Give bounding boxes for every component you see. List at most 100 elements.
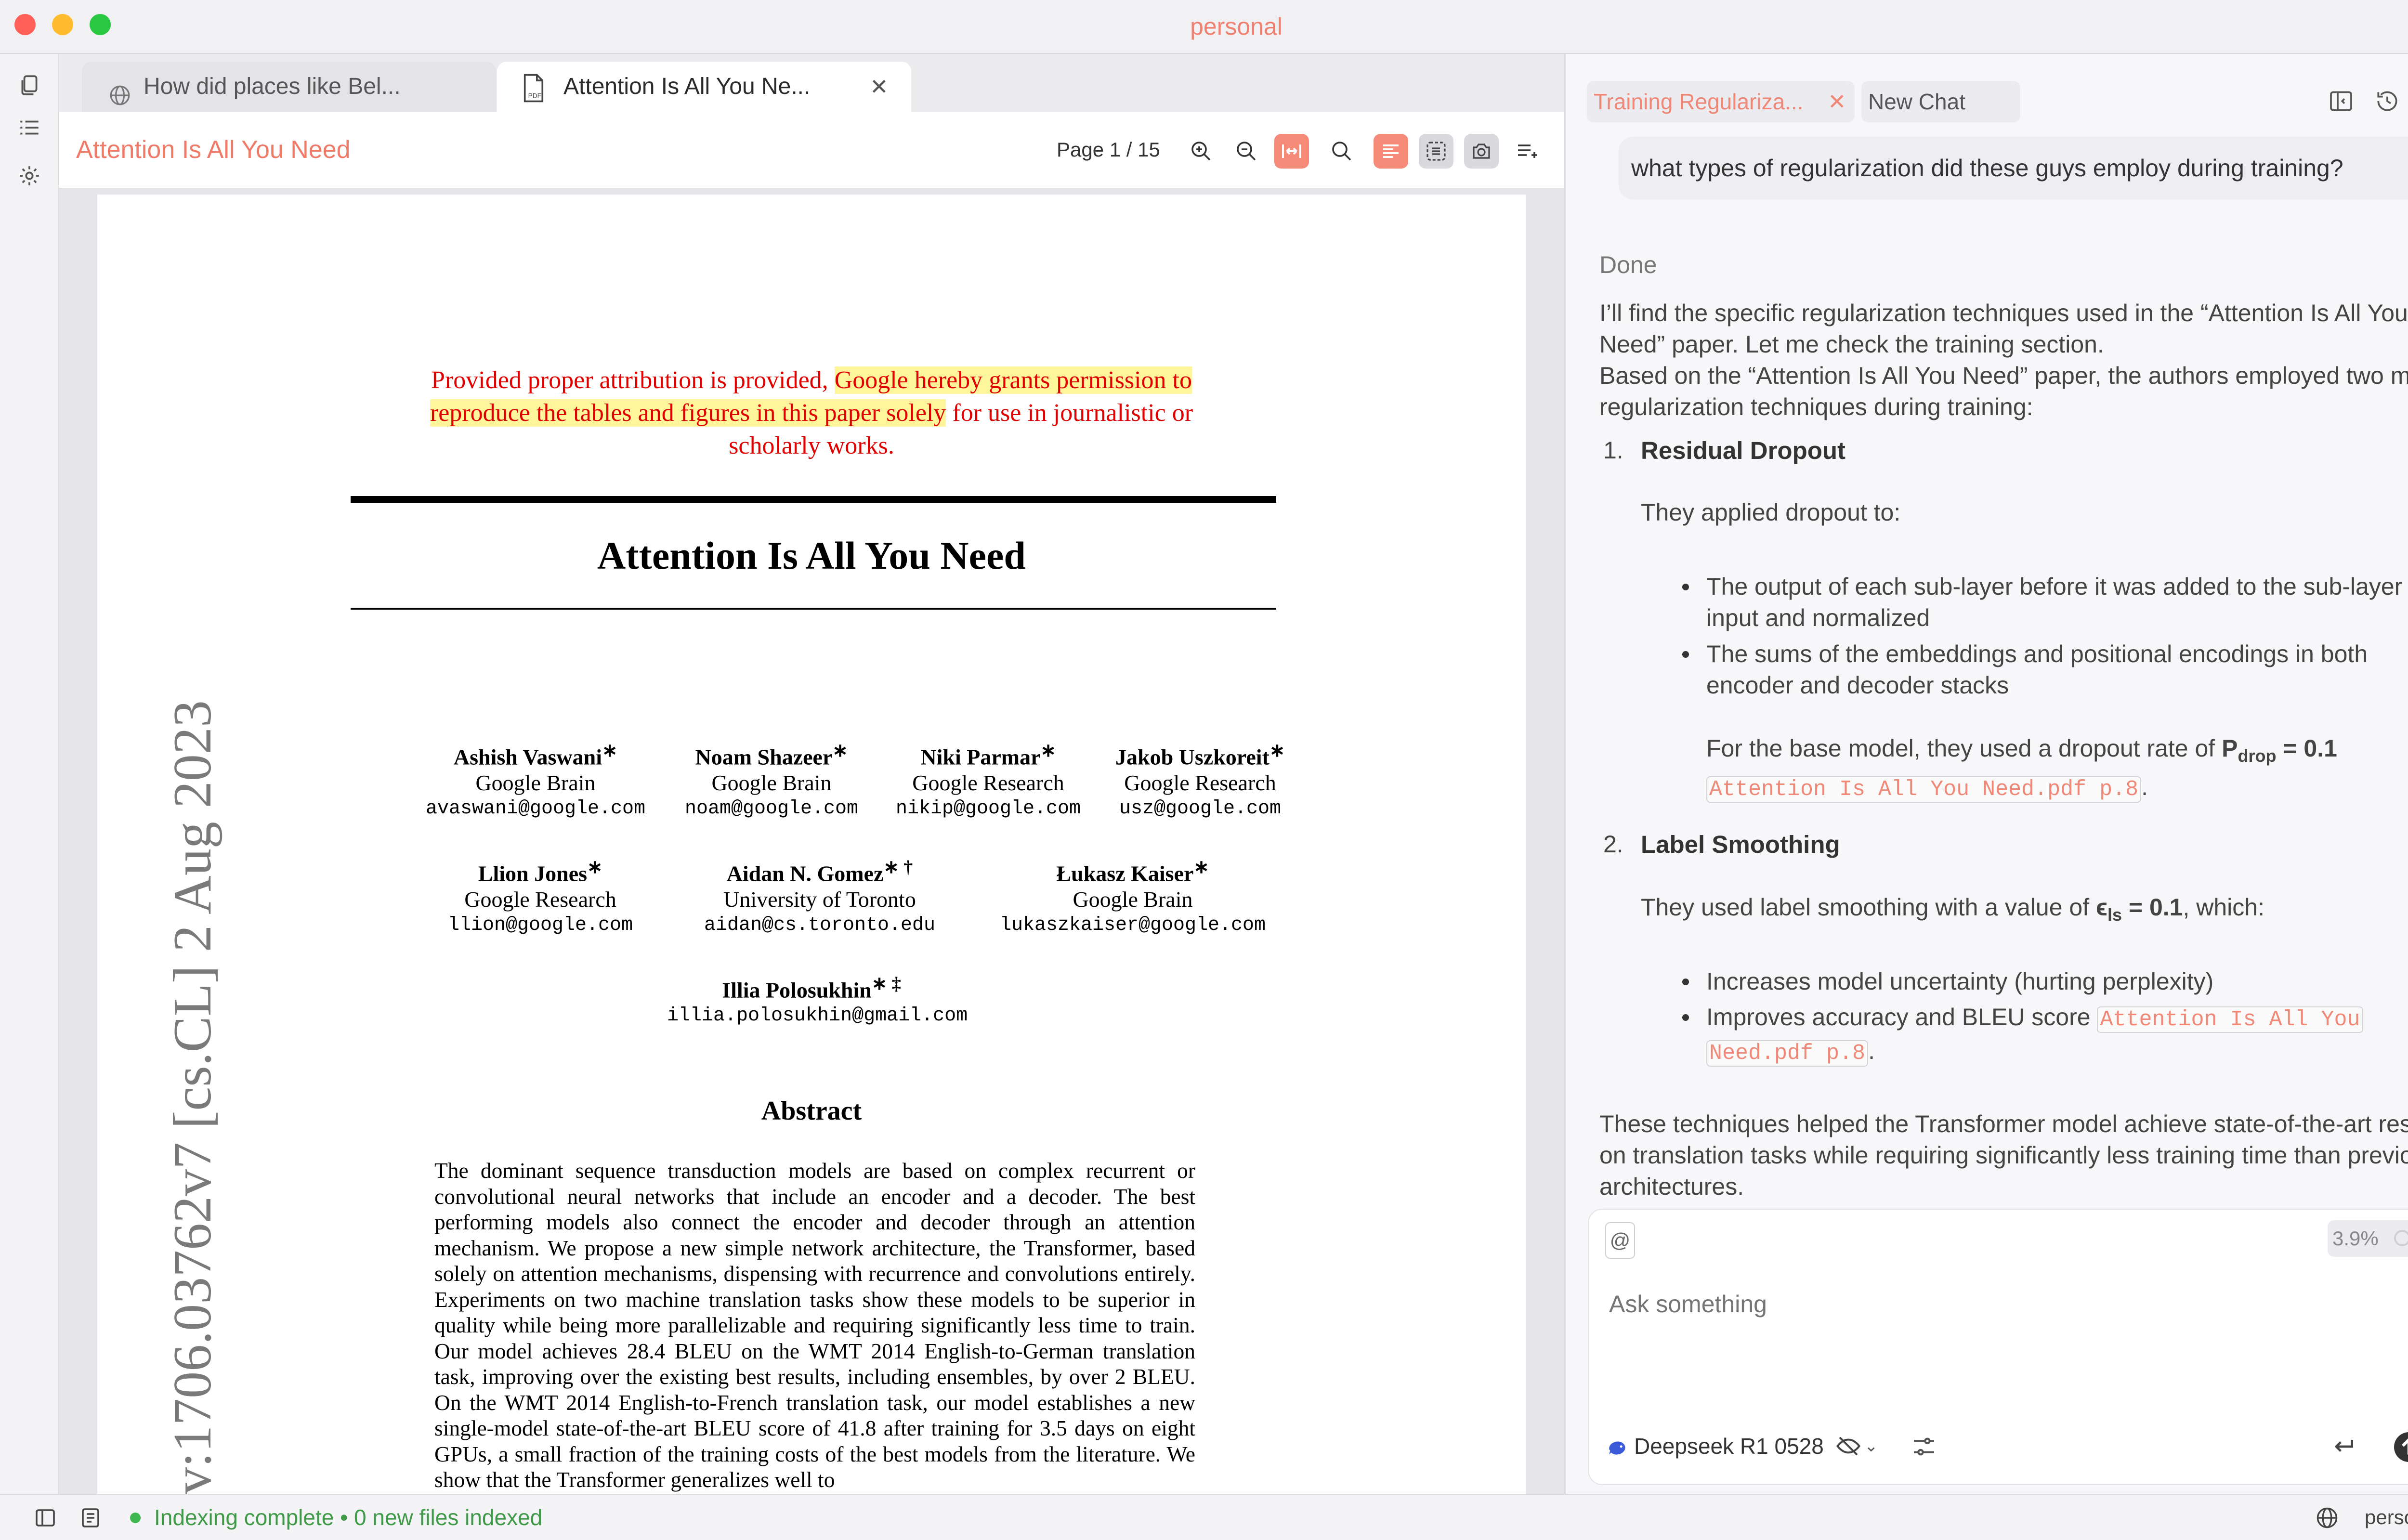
list-item: The output of each sub-layer before it w…: [1706, 573, 2403, 631]
item-heading: Label Smoothing: [1641, 831, 1840, 858]
search-button[interactable]: [1324, 134, 1359, 169]
arxiv-stamp: arXiv:1706.03762v7 [cs.CL] 2 Aug 2023: [163, 700, 222, 1494]
user-message: what types of regularization did these g…: [1619, 137, 2408, 199]
bullet-dot: [1682, 1014, 1689, 1021]
item-lead: They applied dropout to:: [1641, 499, 1901, 526]
citation-link[interactable]: Attention Is All You: [2097, 1006, 2363, 1033]
citation-link[interactable]: Need.pdf p.8: [1706, 1040, 1869, 1067]
list-number: 2.: [1603, 831, 1623, 858]
list-item: Increases model uncertainty (hurting per…: [1706, 968, 2214, 995]
chat-composer: @ 3.9% Deepseek R1 0528 ⌄: [1588, 1209, 2408, 1485]
zoom-out-icon: [1237, 142, 1256, 161]
bullet-dot: [1682, 584, 1689, 590]
return-icon[interactable]: [2329, 1433, 2356, 1460]
chat-panel: Training Regulariza... ✕ New Chat what t…: [1566, 54, 2408, 1494]
history-icon[interactable]: [2374, 88, 2401, 115]
zoom-out-button[interactable]: [1229, 134, 1264, 169]
fit-width-button[interactable]: [1274, 134, 1309, 169]
whale-icon: [1606, 1434, 1630, 1458]
zoom-in-icon: [1191, 142, 1211, 161]
pdf-viewer[interactable]: Provided proper attribution is provided,…: [59, 189, 1564, 1494]
abstract-body: The dominant sequence transduction model…: [434, 1158, 1195, 1492]
status-indicator: [130, 1513, 141, 1523]
toggle-sidebar-icon[interactable]: [2328, 88, 2355, 115]
bullet-dot: [1682, 651, 1689, 658]
tab-label: Attention Is All You Ne...: [563, 74, 811, 99]
send-button[interactable]: [2394, 1432, 2408, 1462]
settings-icon[interactable]: [17, 164, 41, 188]
workspace-icon[interactable]: [2315, 1505, 2340, 1530]
notes-icon[interactable]: [79, 1506, 102, 1529]
fit-width-icon: [1282, 144, 1301, 158]
author-block: Aidan N. Gomez∗ † University of Toronto …: [704, 857, 936, 937]
pdf-page: Provided proper attribution is provided,…: [97, 195, 1526, 1494]
author-block: Łukasz Kaiser∗ Google Brain lukaszkaiser…: [999, 857, 1266, 937]
citation-link[interactable]: Attention Is All You Need.pdf p.8: [1706, 776, 2142, 803]
notice-line: scholarly works.: [729, 432, 894, 459]
arrow-up-icon: [2401, 1438, 2408, 1455]
zoom-in-button[interactable]: [1184, 134, 1218, 169]
status-bar: Indexing complete • 0 new files indexed …: [0, 1494, 2408, 1540]
title-top-rule: [351, 496, 1276, 503]
pdf-title: Attention Is All You Need: [76, 136, 351, 164]
indexing-status: Indexing complete • 0 new files indexed: [154, 1505, 543, 1530]
answer-conclusion: These techniques helped the Transformer …: [1599, 1110, 2408, 1200]
notice-line: reproduce the tables and figures in this…: [430, 399, 1193, 427]
tab-label: How did places like Bel...: [144, 74, 401, 99]
answer-intro: I’ll find the specific regularization te…: [1599, 300, 2408, 358]
left-rail: [0, 54, 59, 1494]
author-block: Niki Parmar∗ Google Research nikip@googl…: [895, 741, 1081, 820]
context-usage-badge: 3.9%: [2328, 1220, 2408, 1257]
list-item: Improves accuracy and BLEU score Attenti…: [1706, 1002, 2408, 1069]
close-chat-tab-icon[interactable]: ✕: [1828, 81, 1846, 122]
progress-ring-icon: [2394, 1230, 2408, 1246]
globe-icon: [108, 75, 132, 105]
answer-intro: Based on the “Attention Is All You Need”…: [1599, 362, 2408, 420]
files-icon[interactable]: [17, 73, 41, 97]
area-select-icon: [1426, 142, 1446, 161]
eye-off-icon: [1835, 1433, 1861, 1459]
bullet-dot: [1682, 979, 1689, 985]
author-block: Llion Jones∗ Google Research llion@googl…: [447, 857, 633, 937]
sidebar-toggle-icon[interactable]: [34, 1506, 57, 1529]
chat-input[interactable]: [1608, 1282, 2408, 1326]
svg-text:PDF: PDF: [528, 92, 541, 100]
abstract-heading: Abstract: [761, 1096, 862, 1126]
list-number: 1.: [1603, 437, 1623, 464]
chat-tab-new[interactable]: New Chat: [1861, 81, 2020, 122]
item-lead: They used label smoothing with a value o…: [1641, 894, 2264, 925]
page-indicator[interactable]: Page 1 / 15: [1057, 112, 1160, 188]
tab-web-page[interactable]: How did places like Bel...: [82, 62, 496, 112]
item-heading: Residual Dropout: [1641, 437, 1846, 464]
screenshot-button[interactable]: [1464, 134, 1499, 169]
list-item: The sums of the embeddings and positiona…: [1706, 640, 2368, 699]
pdf-toolbar: Attention Is All You Need Page 1 / 15: [59, 112, 1564, 189]
camera-icon: [1473, 144, 1490, 159]
status-label: Done: [1599, 251, 1657, 278]
settings-sliders-icon[interactable]: [1911, 1433, 1937, 1460]
title-bar: personal: [0, 0, 2408, 54]
mention-button[interactable]: @: [1605, 1222, 1635, 1259]
paper-title: Attention Is All You Need: [597, 534, 1026, 577]
text-align-icon: [1383, 144, 1399, 158]
chevron-down-icon: ⌄: [1864, 1437, 1878, 1455]
close-tab-icon[interactable]: ✕: [870, 62, 889, 112]
window-title: personal: [1190, 13, 1283, 40]
dropout-rate-text: For the base model, they used a dropout …: [1706, 735, 2337, 803]
notice-line: Provided proper attribution is provided,…: [431, 366, 1192, 394]
workspace-name[interactable]: personal: [2365, 1495, 2408, 1540]
author-block: Illia Polosukhin∗ ‡ illia.polosukhin@gma…: [667, 974, 968, 1027]
area-select-button[interactable]: [1419, 134, 1453, 169]
author-block: Noam Shazeer∗ Google Brain noam@google.c…: [684, 741, 859, 820]
outline-button[interactable]: [1509, 134, 1544, 169]
text-select-button[interactable]: [1374, 134, 1408, 169]
author-block: Jakob Uszkoreit∗ Google Research usz@goo…: [1115, 741, 1285, 820]
title-bottom-rule: [351, 608, 1276, 610]
author-block: Ashish Vaswani∗ Google Brain avaswani@go…: [425, 741, 646, 820]
tab-bar: How did places like Bel... PDF Attention…: [59, 54, 1564, 112]
pdf-file-icon: PDF: [520, 71, 547, 103]
outline-add-icon: [1518, 144, 1537, 158]
tab-pdf-document[interactable]: PDF Attention Is All You Ne... ✕: [497, 62, 911, 112]
list-icon[interactable]: [17, 116, 41, 140]
chat-tab-active[interactable]: Training Regulariza... ✕: [1587, 81, 1855, 122]
